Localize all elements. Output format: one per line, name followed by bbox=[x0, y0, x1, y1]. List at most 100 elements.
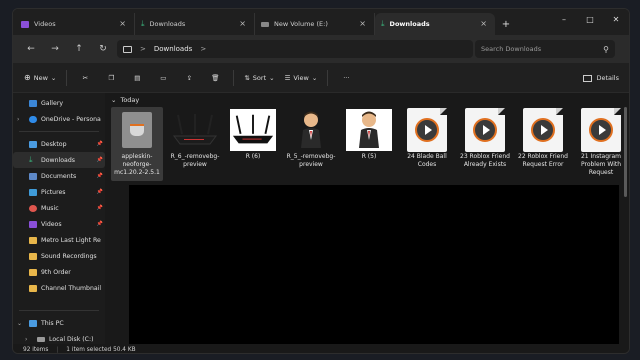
breadcrumb-downloads[interactable]: Downloads bbox=[154, 45, 192, 53]
new-tab-button[interactable]: + bbox=[495, 13, 517, 35]
file-name: 23 Roblox Friend Already Exists bbox=[460, 153, 510, 168]
sidebar-item-videos[interactable]: Videos 📌 bbox=[13, 216, 105, 232]
more-options-button[interactable]: ··· bbox=[335, 68, 357, 88]
close-icon[interactable]: × bbox=[359, 19, 366, 28]
close-icon[interactable]: × bbox=[119, 19, 126, 28]
share-button[interactable]: ⇪ bbox=[178, 68, 200, 88]
download-icon: ⤓ bbox=[381, 19, 385, 28]
file-name: appleskin-neoforge-mc1.20.2-2.5.1 bbox=[114, 153, 160, 176]
divider bbox=[66, 69, 68, 86]
clipboard-icon: ▤ bbox=[134, 73, 141, 82]
window-controls: – □ ✕ bbox=[551, 9, 629, 29]
monitor-icon bbox=[123, 45, 132, 53]
sidebar-item-documents[interactable]: Documents 📌 bbox=[13, 168, 105, 184]
vertical-scrollbar[interactable] bbox=[624, 107, 627, 197]
document-icon bbox=[29, 172, 37, 180]
tab-new-volume[interactable]: New Volume (E:) × bbox=[255, 13, 375, 35]
sidebar-item-gallery[interactable]: Gallery bbox=[13, 95, 105, 111]
plus-circle-icon: ⊕ bbox=[24, 73, 31, 82]
sidebar-item-channel-thumbnail[interactable]: Channel Thumbnail bbox=[13, 280, 105, 296]
sidebar-item-this-pc[interactable]: ⌄ This PC bbox=[13, 315, 105, 331]
sidebar-item-metro[interactable]: Metro Last Light Re bbox=[13, 232, 105, 248]
file-item[interactable]: R (6) bbox=[227, 107, 279, 181]
video-file-icon bbox=[407, 108, 447, 152]
sidebar-item-downloads[interactable]: ⤓ Downloads 📌 bbox=[13, 152, 105, 168]
search-input[interactable]: Search Downloads ⚲ bbox=[475, 40, 615, 58]
file-item[interactable]: R (5) bbox=[343, 107, 395, 181]
rename-icon: ▭ bbox=[160, 73, 167, 82]
download-icon: ⤓ bbox=[141, 19, 145, 28]
pin-icon: 📌 bbox=[96, 157, 103, 163]
jar-file-icon bbox=[114, 109, 160, 151]
pin-icon: 📌 bbox=[96, 221, 103, 227]
close-window-button[interactable]: ✕ bbox=[603, 9, 629, 29]
gallery-icon bbox=[29, 99, 37, 107]
sidebar-item-label: Channel Thumbnail bbox=[41, 284, 102, 292]
music-icon bbox=[29, 204, 37, 212]
sidebar-item-label: Videos bbox=[41, 220, 62, 228]
maximize-button[interactable]: □ bbox=[577, 9, 603, 29]
sidebar-item-label: Local Disk (C:) bbox=[49, 335, 94, 343]
sidebar-item-local-disk[interactable]: › Local Disk (C:) bbox=[13, 331, 105, 344]
file-item[interactable]: 22 Roblox Friend Request Error bbox=[517, 107, 569, 181]
forward-arrow-icon[interactable]: → bbox=[43, 39, 67, 59]
chevron-right-icon[interactable]: › bbox=[25, 336, 27, 343]
video-file-icon bbox=[581, 108, 621, 152]
file-name: R_6_-removebg-preview bbox=[170, 153, 220, 168]
group-label: Today bbox=[120, 96, 140, 104]
sort-button[interactable]: ⇅ Sort ⌄ bbox=[241, 68, 277, 88]
command-bar: ⊕ New ⌄ ✂ ❐ ▤ ▭ ⇪ 🗑 ⇅ Sort ⌄ ☰ View ⌄ ··… bbox=[13, 63, 629, 93]
group-header-today[interactable]: ⌄ Today bbox=[111, 96, 139, 104]
chevron-down-icon[interactable]: ⌄ bbox=[17, 320, 22, 327]
close-icon[interactable]: × bbox=[480, 19, 487, 28]
share-icon: ⇪ bbox=[186, 73, 193, 82]
cloud-icon bbox=[29, 115, 37, 123]
divider bbox=[327, 69, 329, 86]
sidebar-item-music[interactable]: Music 📌 bbox=[13, 200, 105, 216]
tab-downloads[interactable]: ⤓ Downloads × bbox=[135, 13, 255, 35]
up-arrow-icon[interactable]: ↑ bbox=[67, 39, 91, 59]
back-arrow-icon[interactable]: ← bbox=[19, 39, 43, 59]
details-button[interactable]: Details bbox=[583, 68, 619, 88]
details-pane-icon bbox=[583, 74, 593, 82]
trash-icon: 🗑 bbox=[211, 73, 220, 82]
drive-icon bbox=[261, 21, 269, 27]
rename-button[interactable]: ▭ bbox=[152, 68, 174, 88]
file-item[interactable]: 24 Blade Ball Codes bbox=[401, 107, 453, 181]
file-item[interactable]: 21 Instagram Problem With Request bbox=[575, 107, 627, 181]
sidebar-item-label: Desktop bbox=[41, 140, 67, 148]
sidebar-item-9th-order[interactable]: 9th Order bbox=[13, 264, 105, 280]
chevron-right-icon[interactable]: › bbox=[17, 116, 19, 123]
navigation-pane: Gallery › OneDrive - Persona Desktop 📌 ⤓… bbox=[13, 93, 105, 344]
file-name: 21 Instagram Problem With Request bbox=[580, 153, 622, 176]
close-icon[interactable]: × bbox=[239, 19, 246, 28]
sidebar-item-label: This PC bbox=[41, 319, 64, 327]
copy-button[interactable]: ❐ bbox=[100, 68, 122, 88]
folder-icon bbox=[29, 284, 37, 292]
file-explorer-window: Videos × ⤓ Downloads × New Volume (E:) ×… bbox=[12, 8, 630, 354]
file-item[interactable]: R_5_-removebg-preview bbox=[285, 107, 337, 181]
minimize-button[interactable]: – bbox=[551, 9, 577, 29]
sidebar-item-desktop[interactable]: Desktop 📌 bbox=[13, 136, 105, 152]
delete-button[interactable]: 🗑 bbox=[204, 68, 226, 88]
file-item[interactable]: 23 Roblox Friend Already Exists bbox=[459, 107, 511, 181]
tab-videos[interactable]: Videos × bbox=[15, 13, 135, 35]
path-box[interactable]: > Downloads > bbox=[117, 40, 473, 58]
folder-icon bbox=[29, 268, 37, 276]
cut-button[interactable]: ✂ bbox=[74, 68, 96, 88]
view-button[interactable]: ☰ View ⌄ bbox=[282, 68, 321, 88]
refresh-icon[interactable]: ↻ bbox=[91, 39, 115, 59]
sidebar-item-sound-recordings[interactable]: Sound Recordings bbox=[13, 248, 105, 264]
folder-icon bbox=[29, 236, 37, 244]
file-item[interactable]: appleskin-neoforge-mc1.20.2-2.5.1 bbox=[111, 107, 163, 181]
file-item[interactable]: R_6_-removebg-preview bbox=[169, 107, 221, 181]
divider bbox=[233, 69, 235, 86]
sidebar-item-onedrive[interactable]: › OneDrive - Persona bbox=[13, 111, 105, 127]
tab-downloads-active[interactable]: ⤓ Downloads × bbox=[375, 13, 495, 35]
sidebar-item-label: OneDrive - Persona bbox=[41, 115, 101, 123]
paste-button[interactable]: ▤ bbox=[126, 68, 148, 88]
person-image-icon bbox=[346, 109, 392, 151]
address-bar: ← → ↑ ↻ > Downloads > Search Downloads ⚲ bbox=[13, 35, 629, 63]
sidebar-item-pictures[interactable]: Pictures 📌 bbox=[13, 184, 105, 200]
new-button[interactable]: ⊕ New ⌄ bbox=[21, 68, 59, 88]
